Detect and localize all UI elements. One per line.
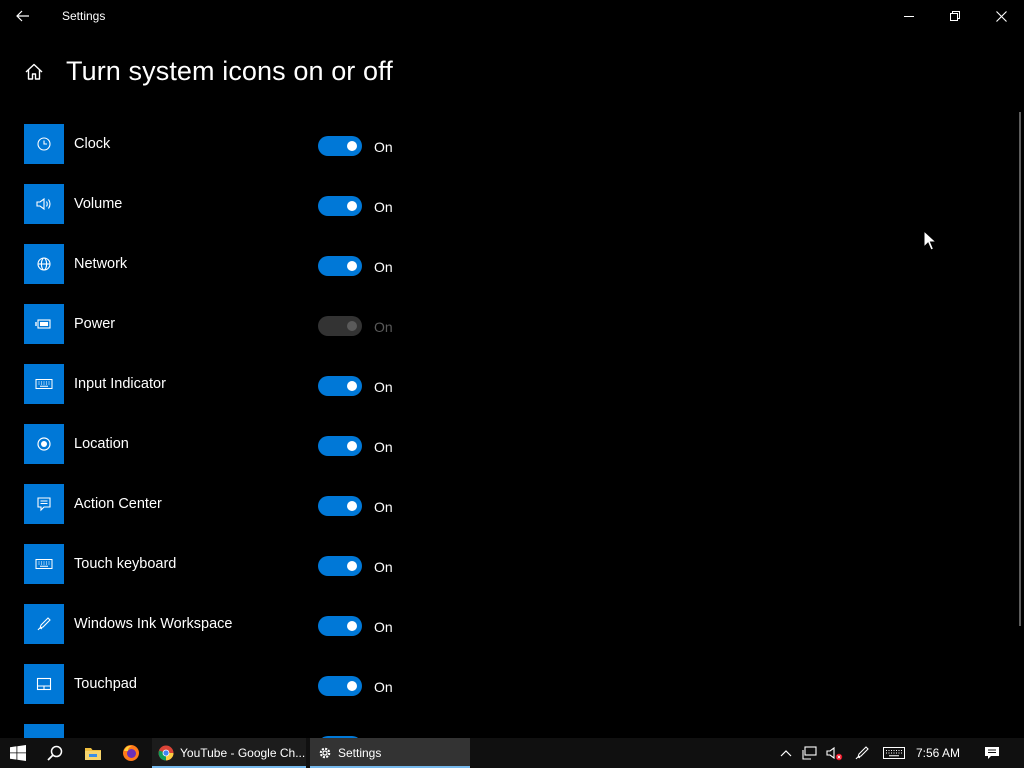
- keyboard-icon: [24, 364, 64, 404]
- taskbar-settings-window[interactable]: Settings: [310, 738, 470, 768]
- pen-icon: [24, 604, 64, 644]
- taskbar-chrome-label: YouTube - Google Ch...: [180, 746, 306, 760]
- setting-row-windows-ink: Windows Ink Workspace On: [24, 604, 424, 664]
- setting-row-network: Network On: [24, 244, 424, 304]
- network-wired-icon: [802, 746, 817, 760]
- system-icons-list: Clock On Volume On Network On Power On I…: [24, 124, 424, 738]
- close-button[interactable]: [978, 0, 1024, 32]
- taskbar-settings-label: Settings: [338, 746, 382, 760]
- input-indicator-toggle[interactable]: [318, 376, 362, 396]
- pen-icon: [855, 746, 869, 760]
- network-icon: [24, 244, 64, 284]
- clock-icon: [24, 124, 64, 164]
- network-tray-button[interactable]: [798, 738, 822, 768]
- network-toggle[interactable]: [318, 256, 362, 276]
- touchpad-icon: [24, 664, 64, 704]
- toggle-state: On: [374, 379, 393, 395]
- setting-row-input-indicator: Input Indicator On: [24, 364, 424, 424]
- mouse-cursor-icon: [923, 230, 936, 251]
- touchpad-toggle[interactable]: [318, 676, 362, 696]
- setting-label: Network: [74, 256, 128, 272]
- file-explorer-button[interactable]: [74, 738, 112, 768]
- taskbar-chrome-window[interactable]: YouTube - Google Ch...: [152, 738, 306, 768]
- setting-label: Input Indicator: [74, 376, 166, 392]
- restore-icon: [950, 11, 960, 21]
- volume-muted-icon: [826, 746, 843, 761]
- setting-label: Touchpad: [74, 676, 137, 692]
- power-toggle[interactable]: [318, 316, 362, 336]
- firefox-icon: [123, 745, 139, 761]
- location-icon: [24, 424, 64, 464]
- setting-row-touchpad: Touchpad On: [24, 664, 424, 724]
- minimize-button[interactable]: [886, 0, 932, 32]
- setting-row-location: Location On: [24, 424, 424, 484]
- toggle-state: On: [374, 319, 393, 335]
- volume-icon: [24, 184, 64, 224]
- action-center-icon: [24, 484, 64, 524]
- volume-toggle[interactable]: [318, 196, 362, 216]
- firefox-button[interactable]: [112, 738, 150, 768]
- taskbar: YouTube - Google Ch... Settings 7:56 AM: [0, 738, 1024, 768]
- toggle-state: On: [374, 559, 393, 575]
- touch-keyboard-icon: [24, 544, 64, 584]
- setting-label: Location: [74, 436, 129, 452]
- setting-row-power: Power On: [24, 304, 424, 364]
- search-icon: [47, 745, 63, 761]
- location-toggle[interactable]: [318, 436, 362, 456]
- show-hidden-icons-button[interactable]: [776, 738, 796, 768]
- setting-row-action-center: Action Center On: [24, 484, 424, 544]
- touch-keyboard-tray-button[interactable]: [880, 738, 908, 768]
- windows-logo-icon: [10, 745, 26, 761]
- partial-row-icon: [24, 724, 64, 738]
- keyboard-icon: [883, 747, 905, 759]
- setting-row-partial: [24, 724, 424, 738]
- windows-ink-tray-button[interactable]: [850, 738, 874, 768]
- search-button[interactable]: [36, 738, 74, 768]
- gear-icon: [319, 747, 331, 759]
- setting-label: Clock: [74, 136, 111, 152]
- setting-row-clock: Clock On: [24, 124, 424, 184]
- setting-label: Power: [74, 316, 116, 332]
- setting-row-volume: Volume On: [24, 184, 424, 244]
- touch-keyboard-toggle[interactable]: [318, 556, 362, 576]
- title-bar: Settings: [0, 0, 1024, 32]
- chevron-up-icon: [780, 750, 792, 757]
- notification-center-button[interactable]: [978, 738, 1006, 768]
- folder-icon: [85, 747, 101, 760]
- setting-label: Touch keyboard: [74, 556, 177, 572]
- back-button[interactable]: [0, 0, 46, 32]
- chrome-icon: [158, 745, 174, 761]
- windows-ink-toggle[interactable]: [318, 616, 362, 636]
- battery-icon: [24, 304, 64, 344]
- window-title: Settings: [62, 9, 106, 23]
- toggle-state: On: [374, 259, 393, 275]
- page-title: Turn system icons on or off: [66, 56, 393, 86]
- scrollbar[interactable]: [1019, 112, 1021, 626]
- action-center-toggle[interactable]: [318, 496, 362, 516]
- volume-tray-button[interactable]: [822, 738, 846, 768]
- setting-label: Action Center: [74, 496, 162, 512]
- setting-row-touch-keyboard: Touch keyboard On: [24, 544, 424, 604]
- start-button[interactable]: [0, 738, 36, 768]
- toggle-state: On: [374, 499, 393, 515]
- toggle-state: On: [374, 679, 393, 695]
- close-icon: [995, 10, 1007, 22]
- toggle-state: On: [374, 199, 393, 215]
- notification-icon: [985, 747, 999, 759]
- back-arrow-icon: [16, 10, 29, 22]
- clock-toggle[interactable]: [318, 136, 362, 156]
- toggle-state: On: [374, 619, 393, 635]
- toggle-state: On: [374, 439, 393, 455]
- home-button[interactable]: [20, 58, 48, 86]
- restore-button[interactable]: [932, 0, 978, 32]
- toggle-state: On: [374, 139, 393, 155]
- home-icon: [25, 63, 43, 80]
- taskbar-clock[interactable]: 7:56 AM: [916, 746, 960, 760]
- minimize-icon: [904, 16, 914, 17]
- setting-label: Volume: [74, 196, 123, 212]
- setting-label: Windows Ink Workspace: [74, 616, 233, 632]
